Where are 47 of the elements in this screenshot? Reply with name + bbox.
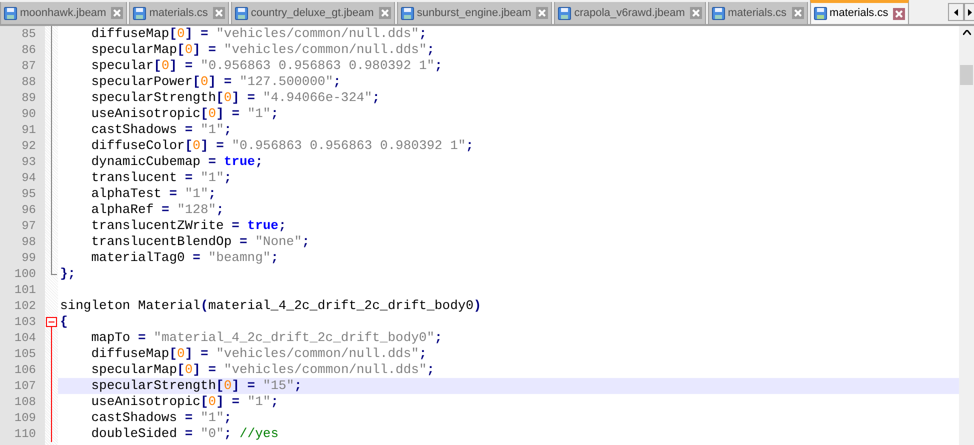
scroll-right-button[interactable]: [964, 3, 974, 21]
line-number: 105: [14, 347, 36, 361]
close-icon[interactable]: [378, 7, 391, 19]
line-number: 109: [14, 411, 36, 425]
line-number: 85: [22, 27, 36, 41]
file-tab[interactable]: materials.cs: [129, 2, 229, 24]
file-tab[interactable]: materials.cs: [708, 2, 808, 24]
file-tab[interactable]: moonhawk.jbeam: [0, 2, 128, 24]
close-icon[interactable]: [536, 7, 548, 19]
line-number: 106: [14, 363, 36, 377]
line-number: 107: [14, 379, 36, 393]
line-number: 91: [22, 123, 36, 137]
line-number: 103: [14, 315, 36, 329]
line-number: 93: [22, 155, 36, 169]
file-tab[interactable]: country_deluxe_gt.jbeam: [230, 2, 395, 24]
line-number: 97: [22, 219, 36, 233]
line-number: 95: [22, 187, 36, 201]
right-arrow-icon: [968, 8, 972, 16]
line-number: 90: [22, 107, 36, 121]
line-number: 104: [14, 331, 36, 345]
close-icon[interactable]: [893, 8, 906, 20]
left-arrow-icon: [954, 8, 958, 16]
fold-collapse-icon[interactable]: [46, 317, 57, 330]
line-number: 98: [22, 235, 36, 249]
line-number: 108: [14, 395, 36, 409]
scrollbar-thumb[interactable]: [960, 65, 973, 85]
file-tab[interactable]: sunburst_engine.jbeam: [396, 2, 552, 24]
file-tab[interactable]: crapola_v6rawd.jbeam: [554, 2, 706, 24]
close-icon[interactable]: [792, 7, 804, 19]
close-icon[interactable]: [111, 7, 124, 19]
close-icon[interactable]: [690, 7, 702, 19]
vertical-scrollbar[interactable]: [959, 26, 974, 445]
line-number: 87: [22, 59, 36, 73]
line-number: 89: [22, 91, 36, 105]
line-number: 88: [22, 75, 36, 89]
line-number: 86: [22, 43, 36, 57]
scroll-left-button[interactable]: [948, 3, 964, 21]
close-icon[interactable]: [212, 7, 225, 19]
line-number: 92: [22, 139, 36, 153]
file-tab[interactable]: materials.cs: [810, 0, 910, 24]
line-number: 101: [14, 283, 36, 297]
line-number: 96: [22, 203, 36, 217]
line-number: 110: [14, 427, 36, 441]
line-number: 102: [14, 299, 36, 313]
line-number: 99: [22, 251, 36, 265]
line-number: 94: [22, 171, 36, 185]
line-number: 100: [14, 267, 36, 281]
